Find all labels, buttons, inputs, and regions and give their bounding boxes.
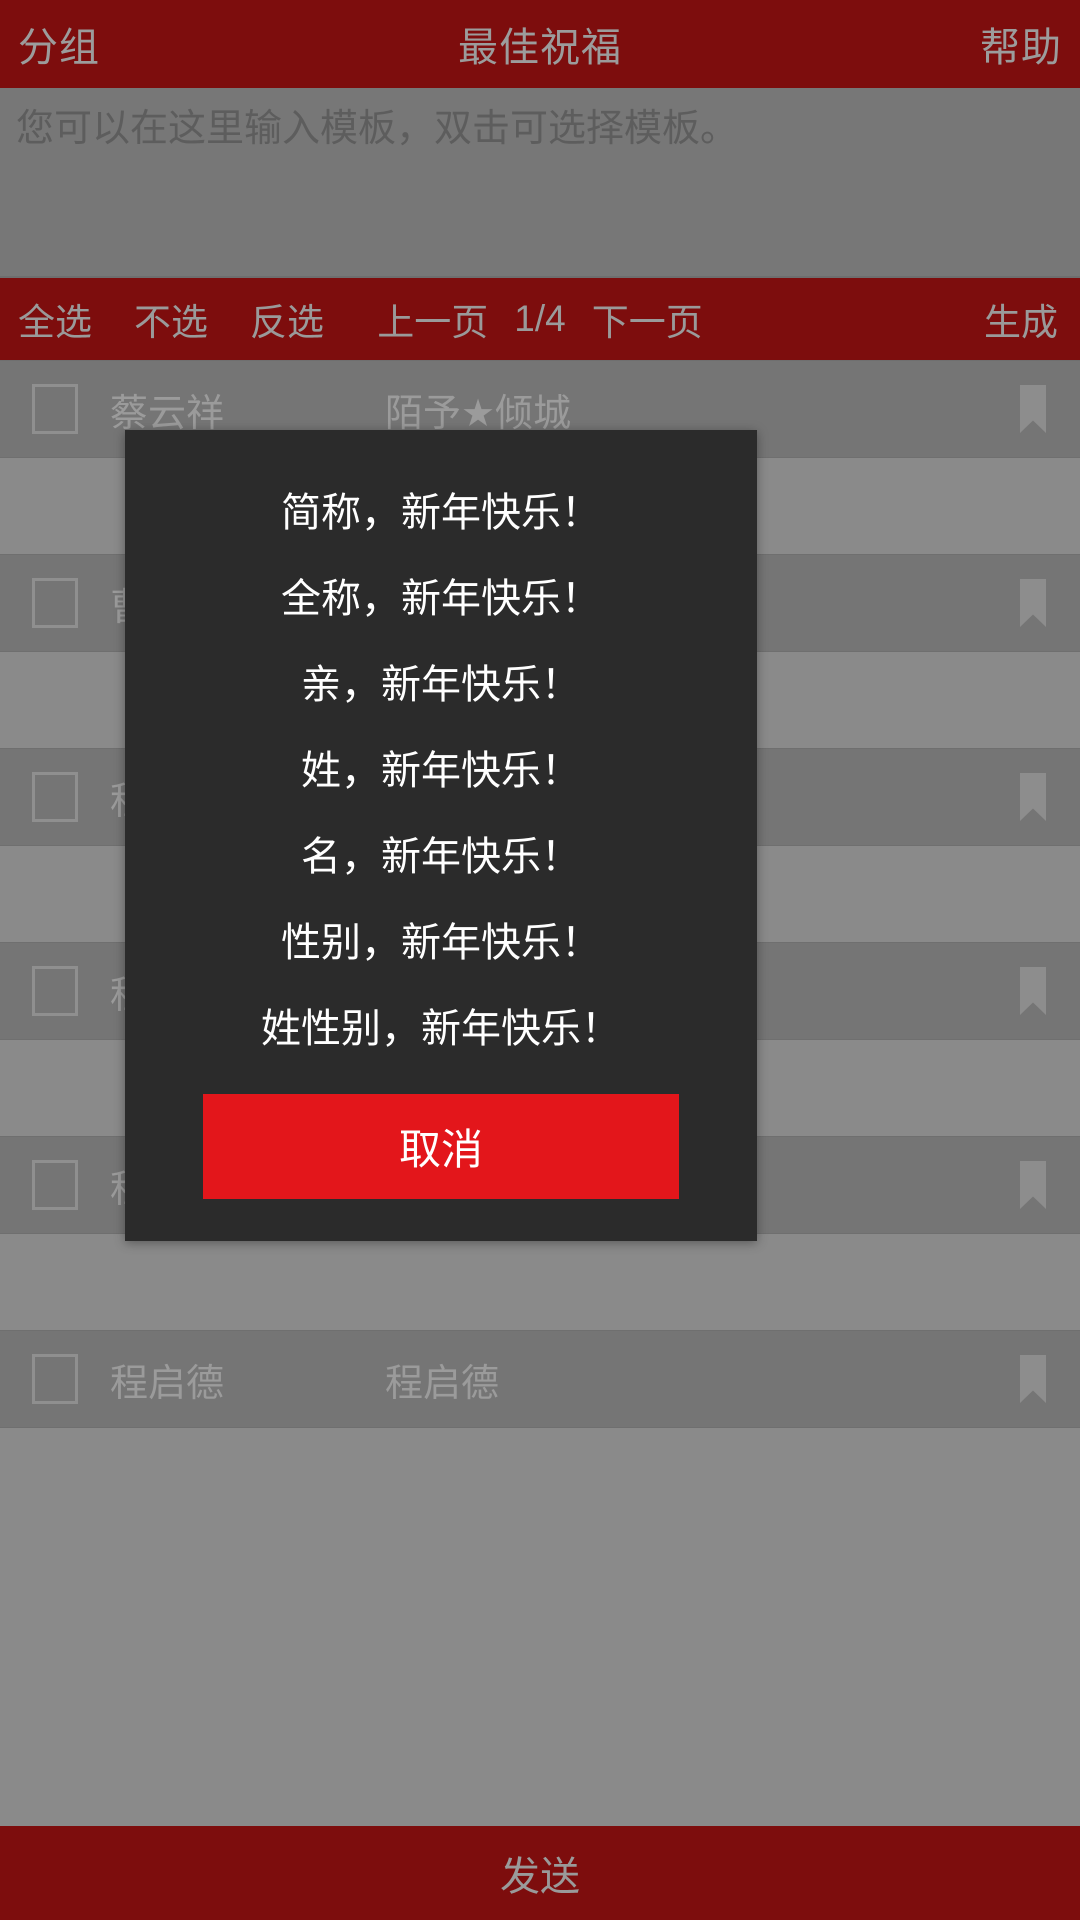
row-checkbox[interactable] xyxy=(32,1354,78,1404)
send-bar[interactable]: 发送 xyxy=(0,1824,1080,1920)
dialog-option-5[interactable]: 性别，新年快乐！ xyxy=(125,900,757,986)
contact-nickname: 陌予★倾城 xyxy=(385,382,571,437)
send-button-label: 发送 xyxy=(500,1844,580,1902)
template-input[interactable]: 您可以在这里输入模板，双击可选择模板。 xyxy=(0,88,1080,278)
action-toolbar: 全选 不选 反选 上一页 1/4 下一页 生成 xyxy=(0,278,1080,360)
title-bar: 分组 最佳祝福 帮助 xyxy=(0,0,1080,88)
invert-selection-button[interactable]: 反选 xyxy=(250,292,324,346)
dialog-option-2[interactable]: 亲，新年快乐！ xyxy=(125,642,757,728)
bookmark-icon[interactable] xyxy=(1020,385,1046,433)
cancel-button[interactable]: 取消 xyxy=(203,1094,679,1199)
bookmark-icon[interactable] xyxy=(1020,967,1046,1015)
contact-name: 蔡云祥 xyxy=(110,382,224,437)
row-checkbox[interactable] xyxy=(32,772,78,822)
bookmark-icon[interactable] xyxy=(1020,773,1046,821)
template-placeholder-text: 您可以在这里输入模板，双击可选择模板。 xyxy=(16,106,1064,154)
help-button[interactable]: 帮助 xyxy=(980,15,1062,73)
select-none-button[interactable]: 不选 xyxy=(134,292,208,346)
row-checkbox[interactable] xyxy=(32,966,78,1016)
generate-controls: 生成 xyxy=(984,292,1058,346)
pagination-controls: 上一页 1/4 下一页 xyxy=(377,292,702,346)
page-indicator: 1/4 xyxy=(514,298,565,340)
row-checkbox[interactable] xyxy=(32,578,78,628)
table-row[interactable]: 程启德 程启德 xyxy=(0,1330,1080,1428)
dialog-option-3[interactable]: 姓，新年快乐！ xyxy=(125,728,757,814)
template-picker-dialog: 简称，新年快乐！ 全称，新年快乐！ 亲，新年快乐！ 姓，新年快乐！ 名，新年快乐… xyxy=(125,430,757,1241)
dialog-option-0[interactable]: 简称，新年快乐！ xyxy=(125,470,757,556)
dialog-option-4[interactable]: 名，新年快乐！ xyxy=(125,814,757,900)
row-checkbox[interactable] xyxy=(32,1160,78,1210)
dialog-footer: 取消 xyxy=(125,1072,757,1199)
prev-page-button[interactable]: 上一页 xyxy=(377,292,488,346)
group-button[interactable]: 分组 xyxy=(18,15,100,73)
bookmark-icon[interactable] xyxy=(1020,579,1046,627)
bookmark-icon[interactable] xyxy=(1020,1355,1046,1403)
row-checkbox[interactable] xyxy=(32,384,78,434)
select-all-button[interactable]: 全选 xyxy=(18,292,92,346)
selection-controls: 全选 不选 反选 xyxy=(18,292,324,346)
next-page-button[interactable]: 下一页 xyxy=(592,292,703,346)
contact-nickname: 程启德 xyxy=(385,1352,499,1407)
contact-name: 程启德 xyxy=(110,1352,224,1407)
bookmark-icon[interactable] xyxy=(1020,1161,1046,1209)
generate-button[interactable]: 生成 xyxy=(984,302,1058,343)
page-title: 最佳祝福 xyxy=(0,15,1080,73)
dialog-option-1[interactable]: 全称，新年快乐！ xyxy=(125,556,757,642)
dialog-option-6[interactable]: 姓性别，新年快乐！ xyxy=(125,986,757,1072)
